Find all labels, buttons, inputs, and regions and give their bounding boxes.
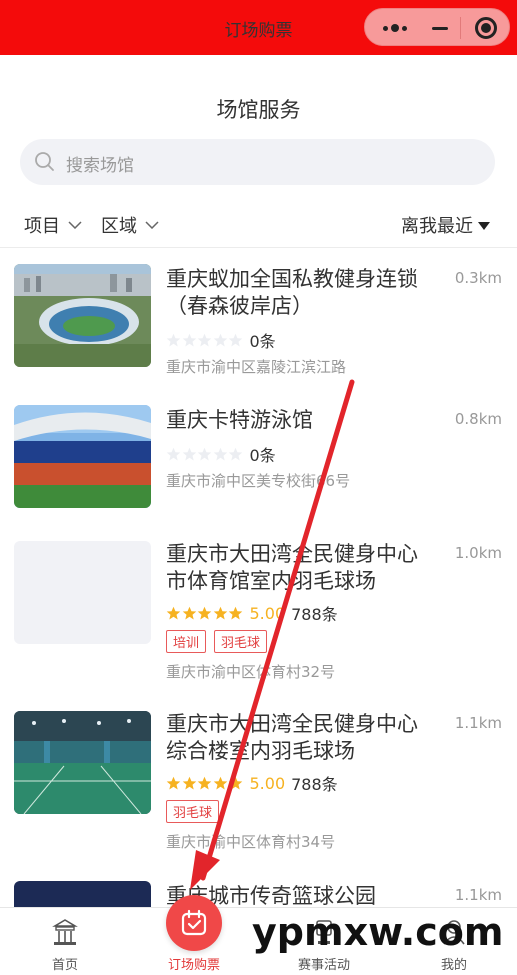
star-icon	[166, 776, 181, 789]
watermark-text: ypmxw.com	[252, 910, 504, 954]
tab-tickets-label: 订场购票	[167, 958, 220, 973]
rating-stars	[166, 606, 244, 621]
rating-stars	[166, 776, 244, 791]
star-icon	[213, 606, 227, 619]
review-count: 0条	[249, 446, 276, 465]
review-count: 788条	[291, 605, 338, 624]
search-icon	[35, 152, 54, 171]
rating-stars	[166, 447, 244, 462]
star-icon	[197, 606, 212, 619]
tab-home-label: 首页	[51, 958, 78, 973]
star-icon	[197, 776, 212, 789]
sort-nearest[interactable]: 离我最近	[401, 212, 490, 238]
venue-rating: 5.00 788条	[166, 771, 338, 795]
star-icon	[197, 333, 212, 346]
venue-distance: 1.1km	[454, 886, 502, 904]
venue-tags: 羽毛球	[166, 800, 227, 823]
chevron-down-icon	[145, 221, 159, 229]
filter-project-label: 项目	[24, 216, 60, 237]
filter-area[interactable]: 区域	[101, 212, 159, 238]
minimize-button[interactable]	[420, 9, 460, 47]
search-placeholder: 搜索场馆	[66, 156, 134, 176]
venue-tag: 羽毛球	[166, 800, 220, 823]
star-icon	[182, 606, 196, 619]
tab-home[interactable]: 首页	[20, 916, 110, 973]
venue-address: 重庆市渝中区美专校街66号	[166, 472, 351, 490]
star-icon	[166, 606, 181, 619]
calendar-check-icon	[181, 909, 207, 936]
star-icon	[228, 447, 243, 460]
chevron-down-icon	[68, 221, 82, 229]
venue-tag: 羽毛球	[214, 630, 268, 653]
miniprogram-capsule	[364, 8, 510, 46]
star-icon	[197, 447, 212, 460]
venue-rating: 5.00 788条	[166, 601, 338, 625]
venue-photo-stadium	[14, 264, 151, 367]
venue-tag: 培训	[166, 630, 207, 653]
venue-address: 重庆市渝中区体育村34号	[166, 833, 336, 851]
star-icon	[182, 447, 196, 460]
venue-distance: 0.8km	[454, 410, 502, 428]
venue-photo-track	[14, 405, 151, 508]
venue-name: 重庆市大田湾全民健身中心综合楼室内羽毛球场	[166, 712, 418, 763]
star-icon	[166, 447, 181, 460]
search-input[interactable]: 搜索场馆	[20, 139, 495, 185]
rating-stars	[166, 333, 244, 348]
minimize-icon	[432, 26, 448, 30]
venue-photo-badminton-hall	[14, 711, 151, 814]
venue-address: 重庆市渝中区嘉陵江滨江路	[166, 358, 347, 376]
star-icon	[213, 333, 227, 346]
top-bar: 订场购票	[0, 0, 517, 55]
star-icon	[228, 333, 243, 346]
venue-tags: 培训 羽毛球	[166, 630, 275, 653]
venue-address: 重庆市渝中区体育村32号	[166, 663, 336, 681]
review-count: 0条	[249, 332, 276, 351]
more-dots-icon	[382, 24, 409, 32]
review-count: 788条	[291, 775, 338, 794]
star-icon	[228, 606, 243, 619]
star-icon	[228, 776, 243, 789]
close-miniprogram-button[interactable]	[465, 9, 507, 47]
venue-photo-placeholder	[14, 541, 151, 644]
tickets-tab-button[interactable]	[166, 895, 222, 951]
venue-name: 重庆市大田湾全民健身中心市体育馆室内羽毛球场	[166, 542, 418, 593]
tab-me-label: 我的	[440, 958, 467, 973]
star-icon	[182, 776, 196, 789]
caret-down-icon	[478, 222, 490, 230]
rating-score: 5.00	[249, 773, 286, 793]
home-icon	[20, 916, 110, 948]
filter-bar: 项目 区域 离我最近	[0, 200, 517, 248]
venue-rating: 0条	[166, 328, 276, 352]
venue-rating: 0条	[166, 442, 276, 466]
tab-events-label: 赛事活动	[297, 958, 350, 973]
page-title: 场馆服务	[216, 98, 301, 122]
venue-name: 重庆卡特游泳馆	[166, 408, 313, 432]
venue-name: 重庆蚁加全国私教健身连锁（春森彼岸店）	[166, 267, 418, 318]
more-menu-button[interactable]	[375, 9, 415, 47]
star-icon	[166, 333, 181, 346]
venue-distance: 1.0km	[454, 544, 502, 562]
target-close-icon	[475, 17, 497, 39]
star-icon	[213, 447, 227, 460]
rating-score: 5.00	[249, 603, 286, 623]
venue-distance: 0.3km	[454, 269, 502, 287]
sort-label: 离我最近	[401, 216, 473, 237]
star-icon	[213, 776, 227, 789]
filter-project[interactable]: 项目	[24, 212, 82, 238]
star-icon	[182, 333, 196, 346]
filter-area-label: 区域	[101, 216, 137, 237]
venue-distance: 1.1km	[454, 714, 502, 732]
